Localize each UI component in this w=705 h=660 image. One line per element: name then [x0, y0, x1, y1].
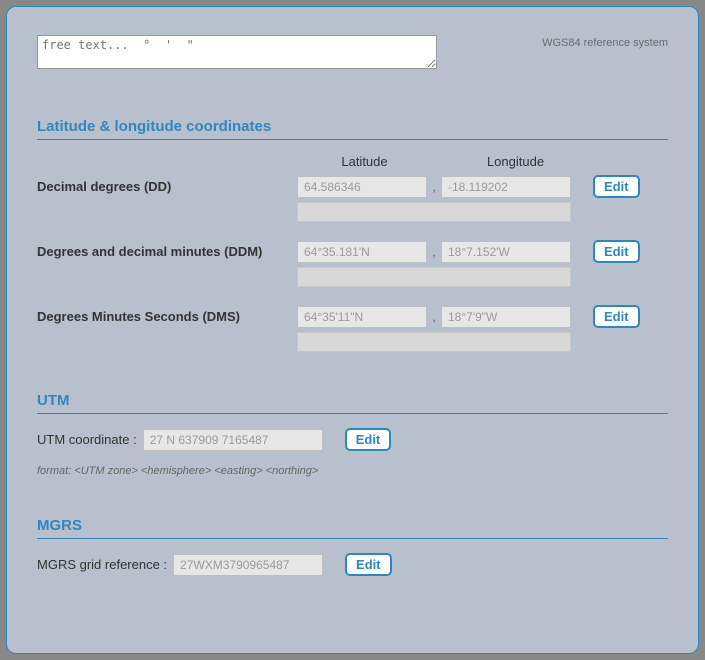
section-title-utm: UTM: [37, 392, 668, 409]
utm-label: UTM coordinate :: [37, 432, 137, 447]
row-mgrs: MGRS grid reference : Edit: [37, 553, 668, 576]
dms-blank-field: [297, 332, 571, 352]
dd-subrow: [37, 202, 668, 222]
section-title-mgrs: MGRS: [37, 517, 668, 534]
separator: ,: [427, 244, 441, 259]
section-title-latlon: Latitude & longitude coordinates: [37, 118, 668, 135]
dd-longitude-input[interactable]: [441, 176, 571, 198]
separator: ,: [427, 179, 441, 194]
ddm-latitude-input[interactable]: [297, 241, 427, 263]
dms-latitude-input[interactable]: [297, 306, 427, 328]
column-header-longitude: Longitude: [448, 154, 583, 169]
utm-edit-button[interactable]: Edit: [345, 428, 392, 451]
free-text-input[interactable]: [37, 35, 437, 69]
utm-input[interactable]: [143, 429, 323, 451]
dms-label: Degrees Minutes Seconds (DMS): [37, 309, 297, 324]
dms-edit-button[interactable]: Edit: [593, 305, 640, 328]
ddm-longitude-input[interactable]: [441, 241, 571, 263]
latlon-column-headers: Latitude Longitude: [37, 154, 668, 169]
dd-edit-button[interactable]: Edit: [593, 175, 640, 198]
row-ddm: Degrees and decimal minutes (DDM) , Edit: [37, 240, 668, 263]
row-utm: UTM coordinate : Edit: [37, 428, 668, 451]
mgrs-edit-button[interactable]: Edit: [345, 553, 392, 576]
ddm-edit-button[interactable]: Edit: [593, 240, 640, 263]
dd-latitude-input[interactable]: [297, 176, 427, 198]
utm-format-note: format: <UTM zone> <hemisphere> <easting…: [37, 465, 668, 477]
divider: [37, 139, 668, 140]
coordinates-panel: WGS84 reference system Latitude & longit…: [6, 6, 699, 654]
dms-longitude-input[interactable]: [441, 306, 571, 328]
divider: [37, 538, 668, 539]
mgrs-input[interactable]: [173, 554, 323, 576]
row-dd: Decimal degrees (DD) , Edit: [37, 175, 668, 198]
divider: [37, 413, 668, 414]
dd-blank-field: [297, 202, 571, 222]
ddm-subrow: [37, 267, 668, 287]
row-dms: Degrees Minutes Seconds (DMS) , Edit: [37, 305, 668, 328]
dms-subrow: [37, 332, 668, 352]
separator: ,: [427, 309, 441, 324]
ddm-label: Degrees and decimal minutes (DDM): [37, 244, 297, 259]
reference-system-label: WGS84 reference system: [542, 37, 668, 49]
mgrs-label: MGRS grid reference :: [37, 557, 167, 572]
column-header-latitude: Latitude: [297, 154, 432, 169]
dd-label: Decimal degrees (DD): [37, 179, 297, 194]
ddm-blank-field: [297, 267, 571, 287]
